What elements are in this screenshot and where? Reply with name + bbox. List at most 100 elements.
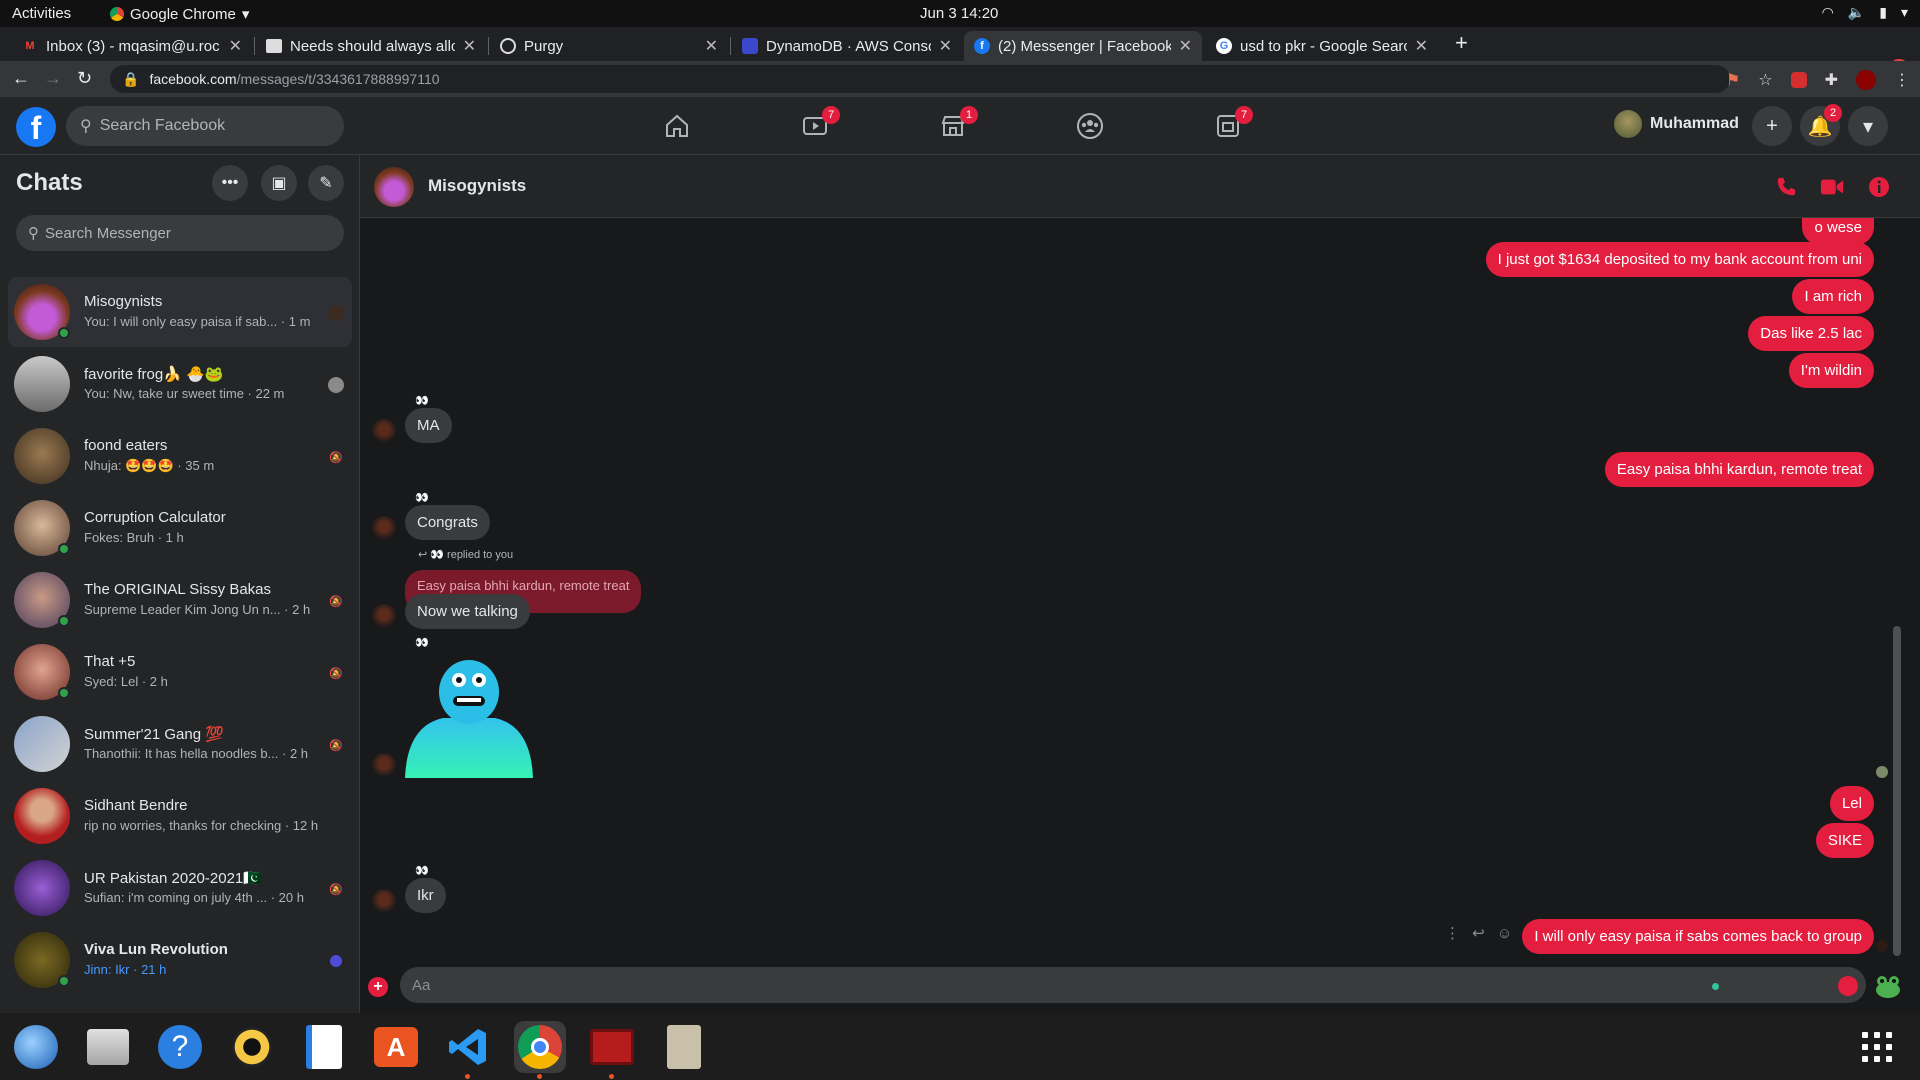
tab-purgy[interactable]: Purgy ✕	[490, 31, 728, 61]
close-tab-icon[interactable]: ✕	[939, 36, 952, 56]
message-input[interactable]: Aa	[400, 967, 1866, 1003]
account-menu-button[interactable]: ▾	[1848, 106, 1888, 146]
more-icon[interactable]: ⋮	[1445, 925, 1460, 942]
new-room-button[interactable]: ▣	[261, 165, 297, 201]
app-menu[interactable]: Google Chrome ▾	[110, 5, 249, 23]
show-applications-button[interactable]	[1862, 1032, 1892, 1062]
options-button[interactable]: •••	[212, 165, 248, 201]
back-icon[interactable]: ←	[12, 68, 30, 89]
react-icon[interactable]: ☺	[1497, 925, 1512, 942]
facebook-logo[interactable]: f	[16, 107, 56, 147]
tab-google-search[interactable]: G usd to pkr - Google Search ✕	[1206, 31, 1438, 61]
vscode-icon[interactable]	[442, 1021, 494, 1079]
new-message-button[interactable]: ✎	[308, 165, 344, 201]
chat-name: Sidhant Bendre	[84, 797, 188, 814]
system-tray[interactable]: ◠ 🔈 ▮ ▾	[1822, 4, 1908, 21]
reply-icon[interactable]: ↩	[1472, 925, 1485, 942]
new-tab-button[interactable]: +	[1455, 30, 1468, 56]
avatar[interactable]	[374, 167, 414, 207]
puzzle-icon[interactable]: ✚	[1825, 70, 1838, 90]
tab-messenger[interactable]: f (2) Messenger | Facebook ✕	[964, 31, 1202, 61]
message-incoming[interactable]: Congrats	[405, 505, 490, 540]
help-icon[interactable]: ?	[154, 1021, 206, 1073]
chat-item-summer21-gang[interactable]: Summer'21 Gang 💯 Thanothii: It has hella…	[8, 709, 352, 779]
search-icon: ⚲	[28, 225, 39, 242]
message-scrollbar[interactable]	[1890, 218, 1904, 1013]
sender-name: 👀	[415, 492, 429, 504]
chat-item-ur-pakistan[interactable]: UR Pakistan 2020-2021🇵🇰 Sufian: i'm comi…	[8, 853, 352, 923]
sticker-image[interactable]	[403, 656, 535, 778]
grid-dot	[1886, 1032, 1892, 1038]
video-call-icon[interactable]	[1820, 175, 1844, 199]
tab-needs[interactable]: Needs should always allo ✕	[256, 31, 486, 61]
home-nav-icon[interactable]	[662, 112, 692, 140]
emoji-icon[interactable]	[1838, 976, 1858, 996]
reload-icon[interactable]: ↻	[77, 68, 92, 89]
messenger-search-input[interactable]: ⚲ Search Messenger	[16, 215, 344, 251]
extension-red-icon[interactable]	[1790, 72, 1807, 88]
message-incoming[interactable]: Now we talking	[405, 594, 530, 629]
blocked-icon[interactable]: ⚑	[1726, 70, 1740, 90]
files-icon[interactable]	[82, 1021, 134, 1073]
message-outgoing[interactable]: I'm wildin	[1788, 353, 1874, 388]
message-outgoing[interactable]: o wese	[1802, 218, 1874, 245]
close-tab-icon[interactable]: ✕	[1179, 36, 1192, 56]
clock[interactable]: Jun 3 14:20	[920, 5, 998, 22]
message-outgoing[interactable]: Lel	[1829, 786, 1874, 821]
chrome-icon	[110, 7, 124, 21]
facebook-search-input[interactable]: ⚲ Search Facebook	[66, 106, 344, 146]
scrollbar-thumb[interactable]	[1893, 626, 1901, 956]
activities-button[interactable]: Activities	[12, 5, 71, 22]
gaming-nav-icon[interactable]: 7	[1213, 106, 1253, 140]
info-icon[interactable]	[1867, 175, 1891, 199]
thunderbird-icon[interactable]	[10, 1021, 62, 1073]
chrome-menu-icon[interactable]: ⋮	[1894, 70, 1910, 90]
message-outgoing[interactable]: I am rich	[1792, 279, 1874, 314]
message-outgoing[interactable]: I will only easy paisa if sabs comes bac…	[1522, 919, 1874, 954]
message-outgoing[interactable]: Das like 2.5 lac	[1748, 316, 1874, 351]
close-tab-icon[interactable]: ✕	[463, 36, 476, 56]
conversation-title[interactable]: Misogynists	[428, 176, 526, 196]
forward-icon[interactable]: →	[44, 68, 62, 89]
marketplace-nav-icon[interactable]: 1	[938, 106, 978, 140]
lock-icon[interactable]: 🔒	[122, 71, 139, 88]
chat-item-foond-eaters[interactable]: foond eaters Nhuja: 🤩🤩🤩 · 35 m 🔕	[8, 421, 352, 491]
archive-manager-icon[interactable]	[658, 1021, 710, 1073]
profile-button[interactable]: Muhammad	[1614, 110, 1739, 138]
groups-nav-icon[interactable]	[1075, 112, 1105, 140]
message-incoming[interactable]: Ikr	[405, 878, 446, 913]
message-outgoing[interactable]: I just got $1634 deposited to my bank ac…	[1485, 242, 1874, 277]
quick-reaction-button[interactable]	[1874, 973, 1902, 999]
message-incoming[interactable]: MA	[405, 408, 452, 443]
chat-item-viva-lun-revolution[interactable]: Viva Lun Revolution Jinn: Ikr · 21 h	[8, 925, 352, 995]
chrome-dock-icon[interactable]	[514, 1021, 566, 1079]
address-bar[interactable]: 🔒 facebook.com /messages/t/3343617888997…	[110, 65, 1730, 93]
writer-icon[interactable]	[298, 1021, 350, 1073]
notifications-button[interactable]: 🔔 2	[1800, 104, 1842, 146]
chat-item-original-sissy-bakas[interactable]: The ORIGINAL Sissy Bakas Supreme Leader …	[8, 565, 352, 635]
chat-item-corruption-calculator[interactable]: Corruption Calculator Fokes: Bruh · 1 h	[8, 493, 352, 563]
create-button[interactable]: +	[1752, 106, 1792, 146]
chat-name: That +5	[84, 653, 136, 670]
close-tab-icon[interactable]: ✕	[229, 36, 242, 56]
tab-gmail[interactable]: M Inbox (3) - mqasim@u.roc ✕	[12, 31, 252, 61]
close-tab-icon[interactable]: ✕	[705, 36, 718, 56]
message-outgoing[interactable]: Easy paisa bhhi kardun, remote treat	[1604, 452, 1874, 487]
chat-item-favorite-frog[interactable]: favorite frog🍌 🐣🐸 You: Nw, take ur sweet…	[8, 349, 352, 419]
tab-dynamodb[interactable]: DynamoDB · AWS Console ✕	[732, 31, 962, 61]
phone-icon[interactable]	[1774, 175, 1798, 199]
rhythmbox-icon[interactable]	[226, 1021, 278, 1073]
chat-item-sidhant-bendre[interactable]: Sidhant Bendre rip no worries, thanks fo…	[8, 781, 352, 851]
more-actions-button[interactable]: +	[368, 977, 388, 997]
watch-nav-icon[interactable]: 7	[800, 106, 840, 140]
chats-title: Chats	[16, 169, 83, 196]
message-outgoing[interactable]: SIKE	[1815, 823, 1874, 858]
chat-item-misogynists[interactable]: Misogynists You: I will only easy paisa …	[8, 277, 352, 347]
chat-item-that-plus-5[interactable]: That +5 Syed: Lel · 2 h 🔕	[8, 637, 352, 707]
bookmark-star-icon[interactable]: ☆	[1758, 70, 1772, 90]
profile-avatar-icon[interactable]	[1856, 70, 1876, 90]
software-center-icon[interactable]: A	[370, 1021, 422, 1073]
chat-preview: Supreme Leader Kim Jong Un n... · 2 h	[84, 602, 311, 617]
close-tab-icon[interactable]: ✕	[1415, 36, 1428, 56]
screenshot-tool-icon[interactable]	[586, 1021, 638, 1079]
